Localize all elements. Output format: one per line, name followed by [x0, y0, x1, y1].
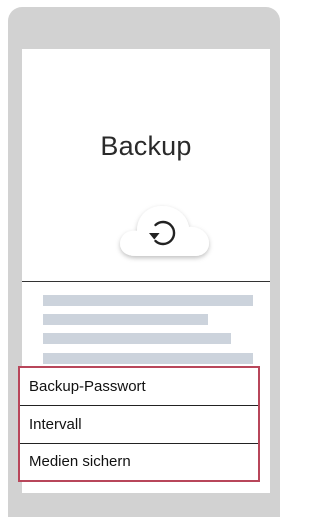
backup-settings-list: Backup-Passwort Intervall Medien sichern — [18, 366, 260, 482]
cloud-sync-icon — [120, 206, 209, 256]
text-placeholder-line — [43, 353, 253, 364]
setting-backup-password[interactable]: Backup-Passwort — [20, 368, 258, 405]
page-title: Backup — [100, 131, 192, 161]
text-placeholder-line — [43, 333, 231, 344]
text-placeholder-line — [43, 295, 253, 306]
setting-label: Intervall — [29, 415, 82, 433]
section-divider — [22, 281, 270, 282]
setting-interval[interactable]: Intervall — [20, 405, 258, 442]
setting-label: Backup-Passwort — [29, 378, 146, 396]
setting-backup-media[interactable]: Medien sichern — [20, 442, 258, 480]
setting-label: Medien sichern — [29, 453, 131, 471]
text-placeholder-line — [43, 314, 208, 325]
